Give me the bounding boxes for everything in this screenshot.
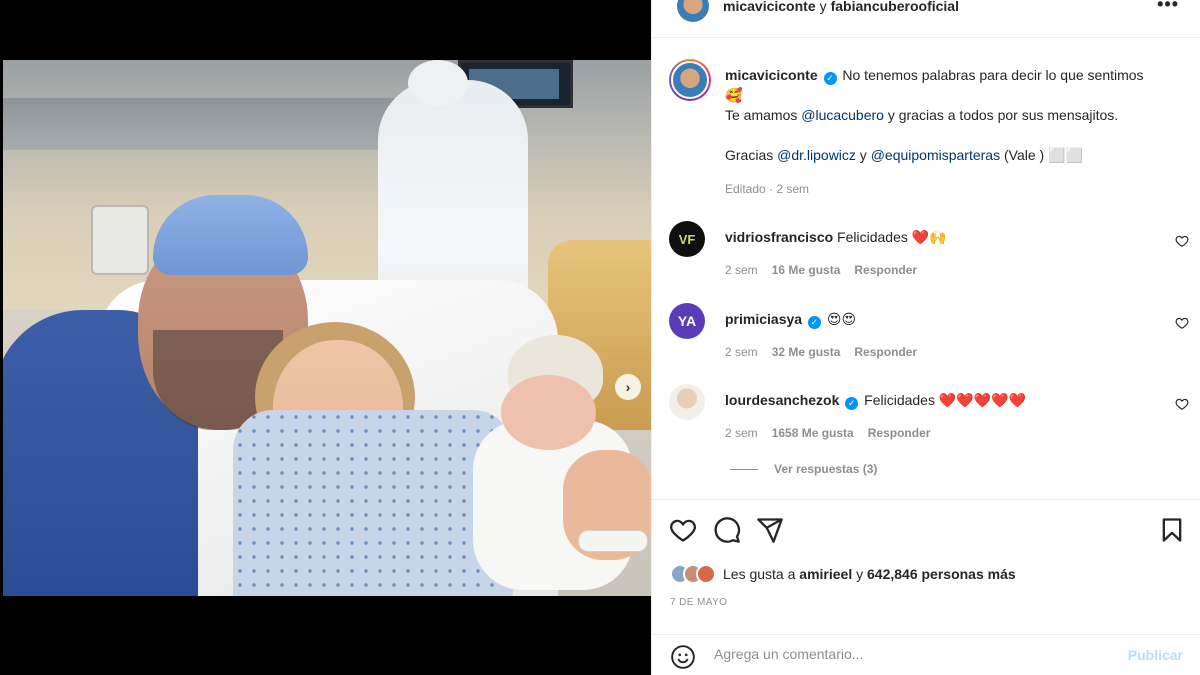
comment-username[interactable]: primiciasya [725,311,802,327]
view-replies-button[interactable]: Ver respuestas (3) [730,462,877,476]
heart-icon[interactable] [1175,397,1189,411]
photo-gown [233,410,513,596]
comment-likes[interactable]: 1658 Me gusta [772,426,854,440]
emoji-icon[interactable] [670,644,696,670]
post-date[interactable]: 7 DE MAYO [670,597,727,608]
caption-username[interactable]: micaviciconte [725,67,818,83]
comment-meta: 2 sem 32 Me gusta Responder [725,345,917,359]
comment-emoji: 😍😍 [826,311,857,327]
comment-time[interactable]: 2 sem [725,345,758,359]
comment-meta: 2 sem 16 Me gusta Responder [725,263,917,277]
comment-avatar[interactable]: YA [669,303,705,339]
likes-user-link[interactable]: amirieel [799,566,852,582]
comment-meta: 2 sem 1658 Me gusta Responder [725,426,930,440]
comment-body: lourdesanchezok ✓ Felicidades ❤️❤️❤️❤️❤️ [725,392,1026,410]
header-authors: micaviciconte y fabiancuberooficial [723,0,959,14]
verified-badge-icon: ✓ [845,397,859,410]
comment-text: Felicidades [864,392,935,408]
comment-icon[interactable] [713,516,741,544]
caption-text-line1: No tenemos palabras para decir lo que se… [842,67,1144,83]
action-bar [652,499,1200,561]
post-media[interactable]: › [0,0,651,675]
photo-nurse-head [408,60,468,106]
comment-likes[interactable]: 16 Me gusta [772,263,841,277]
comment-emoji: ❤️🙌 [911,229,947,245]
likes-middle: y [852,566,867,582]
caption-avatar[interactable] [669,59,711,101]
photo-wall-rail [3,98,423,150]
verified-badge-icon: ✓ [823,71,837,85]
caption-emoji: 🥰 [725,87,743,103]
comment-input[interactable] [714,646,1094,662]
heart-icon[interactable] [669,516,697,544]
mention-link[interactable]: @equipomisparteras [871,147,1000,163]
post-photo[interactable]: › [3,60,651,596]
heart-icon[interactable] [1175,316,1189,330]
heart-icon[interactable] [1175,234,1189,248]
post-sidebar: micaviciconte y fabiancuberooficial ••• mi… [651,0,1200,675]
caption-text-line2b: y gracias a todos por sus mensajitos. [883,107,1119,123]
publish-button[interactable]: Publicar [1128,647,1183,663]
bookmark-icon[interactable] [1158,516,1186,544]
comment-time[interactable]: 2 sem [725,426,758,440]
comment-item: VF vidriosfrancisco Felicidades ❤️🙌 2 se… [669,221,1189,291]
comments-area[interactable]: micaviciconte ✓ No tenemos palabras para… [652,39,1200,499]
comment-avatar[interactable]: VF [669,221,705,257]
mention-link[interactable]: @dr.lipowicz [777,147,856,163]
comment-reply-button[interactable]: Responder [854,345,917,359]
comment-body: primiciasya ✓ 😍😍 [725,311,856,329]
caption-text-line3b: y [855,147,871,163]
caption-meta: Editado · 2 sem [725,182,810,196]
comment-avatar[interactable] [669,384,705,420]
header-user-link[interactable]: micaviciconte [723,0,816,14]
view-replies-label: Ver respuestas (3) [774,462,878,476]
share-icon[interactable] [756,516,784,544]
comment-body: vidriosfrancisco Felicidades ❤️🙌 [725,229,947,246]
add-comment-bar: Publicar [652,634,1200,675]
photo-phone [91,205,149,275]
likes-summary[interactable]: Les gusta a amirieel y 642,846 personas … [670,562,1016,586]
header-connector: y [819,0,827,14]
comment-emoji: ❤️❤️❤️❤️❤️ [938,392,1027,408]
liker-avatar [696,564,716,584]
replies-divider [730,468,758,470]
comment-reply-button[interactable]: Responder [854,263,917,277]
comment-item: YA primiciasya ✓ 😍😍 2 sem 32 Me gusta Re… [669,303,1189,373]
likes-prefix: Les gusta a [723,566,800,582]
carousel-next-button[interactable]: › [615,374,641,400]
header-avatar[interactable] [677,0,709,22]
comment-time[interactable]: 2 sem [725,263,758,277]
caption-text-line2: Te amamos [725,107,802,123]
likes-count-link[interactable]: 642,846 personas más [867,566,1016,582]
comment-reply-button[interactable]: Responder [868,426,931,440]
caption-text-line3: Gracias [725,147,778,163]
comment-likes[interactable]: 32 Me gusta [772,345,841,359]
comment-text: Felicidades [837,229,908,245]
post-header: micaviciconte y fabiancuberooficial ••• [652,0,1200,38]
chevron-right-icon: › [625,379,631,395]
verified-badge-icon: ✓ [807,316,821,329]
comment-item: lourdesanchezok ✓ Felicidades ❤️❤️❤️❤️❤️… [669,384,1189,454]
more-horizontal-icon[interactable]: ••• [1157,0,1179,15]
comment-username[interactable]: lourdesanchezok [725,392,839,408]
comment-username[interactable]: vidriosfrancisco [725,229,833,245]
header-coauthor-link[interactable]: fabiancuberooficial [831,0,959,14]
caption-text-line3c: (Vale ) ⬜⬜ [1000,147,1083,163]
mention-link[interactable]: @lucacubero [801,107,884,123]
photo-baby-face [501,375,596,450]
photo-bracelet [578,530,648,552]
